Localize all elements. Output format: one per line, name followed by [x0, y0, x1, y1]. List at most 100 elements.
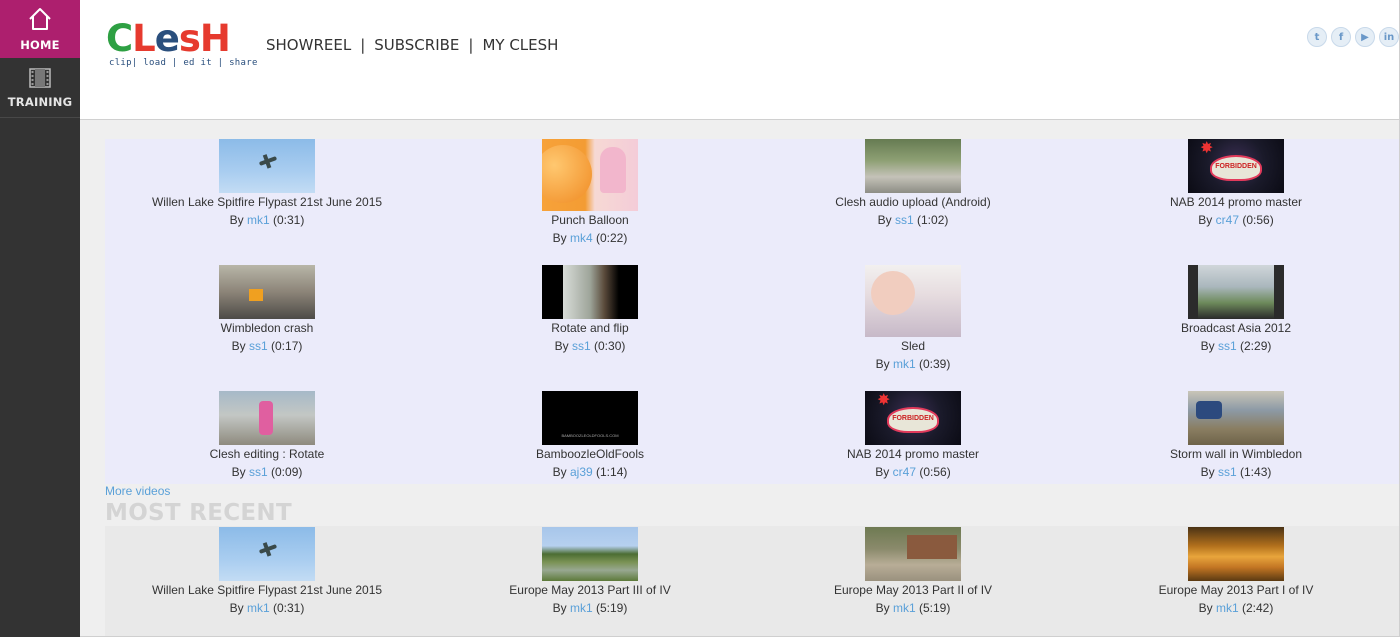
video-user-link[interactable]: mk1 — [570, 601, 593, 615]
video-title[interactable]: Willen Lake Spitfire Flypast 21st June 2… — [117, 581, 417, 599]
nav-separator: | — [468, 36, 474, 54]
sidebar: HOME TRAINING — [0, 0, 80, 637]
video-thumbnail[interactable] — [542, 527, 638, 581]
video-user-link[interactable]: mk1 — [247, 213, 270, 227]
video-thumbnail[interactable] — [1188, 265, 1284, 319]
video-user-link[interactable]: cr47 — [893, 465, 916, 479]
video-thumbnail[interactable]: BAMBOOZLEOLDFOOLS.COM — [542, 391, 638, 445]
video-user-link[interactable]: ss1 — [249, 465, 268, 479]
video-title[interactable]: Europe May 2013 Part II of IV — [763, 581, 1063, 599]
sidebar-item-training[interactable]: TRAINING — [0, 59, 80, 118]
video-user-link[interactable]: mk1 — [893, 357, 916, 371]
facebook-icon[interactable]: f — [1331, 27, 1351, 47]
video-title[interactable]: Broadcast Asia 2012 — [1086, 319, 1386, 337]
video-byline: By mk1 (0:39) — [875, 357, 951, 371]
video-byline: By mk1 (0:31) — [229, 213, 305, 227]
video-thumbnail[interactable] — [542, 139, 638, 211]
video-thumbnail[interactable] — [1188, 527, 1284, 581]
video-duration: (1:43) — [1240, 465, 1272, 479]
video-byline: By ss1 (0:30) — [554, 339, 626, 353]
video-title[interactable]: Clesh audio upload (Android) — [763, 193, 1063, 211]
video-tile: Europe May 2013 Part III of IV By mk1 (5… — [440, 527, 740, 617]
video-byline: By mk1 (5:19) — [875, 601, 951, 615]
top-nav: SHOWREEL | SUBSCRIBE | MY CLESH — [266, 36, 558, 54]
video-thumbnail[interactable] — [865, 139, 961, 193]
video-thumbnail[interactable] — [219, 527, 315, 581]
logo-tagline: clip| load | ed it | share — [109, 58, 258, 68]
video-user-link[interactable]: cr47 — [1216, 213, 1239, 227]
youtube-icon[interactable]: ▶ — [1355, 27, 1375, 47]
video-duration: (1:02) — [917, 213, 949, 227]
video-byline: By cr47 (0:56) — [1198, 213, 1274, 227]
nav-separator: | — [360, 36, 366, 54]
film-icon — [29, 67, 51, 93]
video-thumbnail[interactable] — [865, 527, 961, 581]
video-duration: (2:42) — [1242, 601, 1274, 615]
video-duration: (1:14) — [596, 465, 628, 479]
video-title[interactable]: Storm wall in Wimbledon — [1086, 445, 1386, 463]
video-byline: By mk1 (5:19) — [552, 601, 628, 615]
video-tile: Storm wall in Wimbledon By ss1 (1:43) — [1086, 391, 1386, 481]
video-title[interactable]: Wimbledon crash — [117, 319, 417, 337]
twitter-icon[interactable]: t — [1307, 27, 1327, 47]
most-recent-grid: Willen Lake Spitfire Flypast 21st June 2… — [105, 526, 1399, 636]
video-user-link[interactable]: ss1 — [249, 339, 268, 353]
video-user-link[interactable]: mk4 — [570, 231, 593, 245]
sidebar-item-label: TRAINING — [7, 94, 73, 109]
video-title[interactable]: Sled — [763, 337, 1063, 355]
video-byline: By ss1 (1:43) — [1200, 465, 1272, 479]
social-links: t f ▶ in — [1307, 27, 1399, 47]
video-tile: Clesh editing : Rotate By ss1 (0:09) — [117, 391, 417, 481]
video-title[interactable]: NAB 2014 promo master — [1086, 193, 1386, 211]
video-duration: (0:39) — [919, 357, 951, 371]
video-byline: By ss1 (2:29) — [1200, 339, 1272, 353]
video-user-link[interactable]: mk1 — [247, 601, 270, 615]
video-title[interactable]: Willen Lake Spitfire Flypast 21st June 2… — [117, 193, 417, 211]
linkedin-icon[interactable]: in — [1379, 27, 1399, 47]
video-thumbnail[interactable] — [219, 139, 315, 193]
more-videos-link[interactable]: More videos — [105, 484, 170, 498]
video-byline: By cr47 (0:56) — [875, 465, 951, 479]
video-title[interactable]: Rotate and flip — [440, 319, 740, 337]
nav-showreel[interactable]: SHOWREEL — [266, 36, 351, 54]
video-tile: BAMBOOZLEOLDFOOLS.COM BamboozleOldFools … — [440, 391, 740, 481]
video-thumbnail[interactable] — [542, 265, 638, 319]
video-duration: (0:09) — [271, 465, 303, 479]
video-title[interactable]: BamboozleOldFools — [440, 445, 740, 463]
video-title[interactable]: Clesh editing : Rotate — [117, 445, 417, 463]
sidebar-item-home[interactable]: HOME — [0, 0, 80, 58]
video-tile: Willen Lake Spitfire Flypast 21st June 2… — [117, 139, 417, 229]
video-tile: ✸ FORBIDDEN NAB 2014 promo master By cr47… — [1086, 139, 1386, 229]
video-tile: Broadcast Asia 2012 By ss1 (2:29) — [1086, 265, 1386, 355]
video-title[interactable]: Europe May 2013 Part I of IV — [1086, 581, 1386, 599]
video-duration: (0:31) — [273, 601, 305, 615]
video-byline: By mk1 (2:42) — [1198, 601, 1274, 615]
home-icon — [27, 7, 53, 36]
video-title[interactable]: Punch Balloon — [440, 211, 740, 229]
video-thumbnail[interactable] — [865, 265, 961, 337]
clesh-logo[interactable]: CLesH clip| load | ed it | share — [106, 17, 257, 72]
video-user-link[interactable]: mk1 — [1216, 601, 1239, 615]
video-user-link[interactable]: ss1 — [1218, 465, 1237, 479]
nav-subscribe[interactable]: SUBSCRIBE — [374, 36, 459, 54]
video-duration: (5:19) — [919, 601, 951, 615]
video-thumbnail[interactable] — [219, 391, 315, 445]
nav-my-clesh[interactable]: MY CLESH — [482, 36, 558, 54]
sidebar-item-label: HOME — [20, 37, 60, 52]
video-byline: By aj39 (1:14) — [552, 465, 628, 479]
video-tile: Rotate and flip By ss1 (0:30) — [440, 265, 740, 355]
video-duration: (0:56) — [1242, 213, 1274, 227]
video-user-link[interactable]: mk1 — [893, 601, 916, 615]
video-thumbnail[interactable] — [1188, 391, 1284, 445]
video-title[interactable]: NAB 2014 promo master — [763, 445, 1063, 463]
most-recent-heading: MOST RECENT — [105, 500, 292, 526]
video-title[interactable]: Europe May 2013 Part III of IV — [440, 581, 740, 599]
video-user-link[interactable]: ss1 — [1218, 339, 1237, 353]
video-user-link[interactable]: ss1 — [895, 213, 914, 227]
video-thumbnail[interactable]: ✸ FORBIDDEN — [1188, 139, 1284, 193]
video-thumbnail[interactable]: ✸ FORBIDDEN — [865, 391, 961, 445]
video-user-link[interactable]: aj39 — [570, 465, 593, 479]
video-duration: (0:17) — [271, 339, 303, 353]
video-user-link[interactable]: ss1 — [572, 339, 591, 353]
video-thumbnail[interactable] — [219, 265, 315, 319]
